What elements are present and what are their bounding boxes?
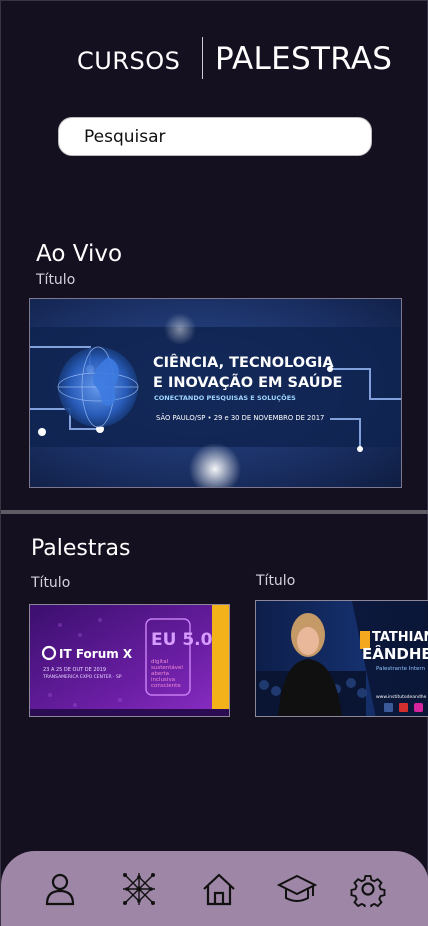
profile-icon [45, 873, 75, 906]
search-input[interactable] [84, 126, 354, 147]
header-tabs: CURSOS PALESTRAS [1, 37, 428, 81]
poster-badge: EU 5.0 [151, 630, 213, 650]
banner-line1: CIÊNCIA, TECNOLOGIA [153, 354, 334, 371]
bottom-nav [1, 851, 428, 926]
live-banner-image: CIÊNCIA, TECNOLOGIA E INOVAÇÃO EM SAÚDE … [30, 299, 401, 487]
poster-venue: TRANSAMERICA EXPO CENTER · SP [42, 674, 122, 680]
palestra-caption-1: Título [31, 575, 71, 591]
palestras-section-heading: Palestras [31, 536, 131, 561]
nav-courses[interactable] [277, 869, 317, 909]
poster-name-line2: EÂNDHE [362, 644, 428, 663]
poster-name-line1: TATHIAN [372, 630, 428, 645]
tab-palestras[interactable]: PALESTRAS [215, 41, 392, 77]
nav-home[interactable] [199, 869, 239, 909]
nav-profile[interactable] [40, 869, 80, 909]
palestra-card-2-image: TATHIAN EÂNDHE Palestrante Intern www.in… [256, 601, 428, 716]
poster-role: Palestrante Intern [376, 666, 426, 672]
tab-cursos[interactable]: CURSOS [77, 47, 180, 75]
palestra-card-2[interactable]: TATHIAN EÂNDHE Palestrante Intern www.in… [255, 600, 428, 717]
search-bar[interactable] [58, 117, 372, 156]
app-frame: CURSOS PALESTRAS Ao Vivo Título [0, 0, 428, 926]
poster-tag-5: consciente [151, 683, 181, 689]
nav-network[interactable] [119, 869, 159, 909]
nav-settings[interactable] [348, 869, 388, 909]
palestra-card-1-image: IT Forum X 23 A 25 DE OUT DE 2019 TRANSA… [30, 605, 229, 716]
home-icon [203, 873, 235, 906]
palestra-card-1[interactable]: IT Forum X 23 A 25 DE OUT DE 2019 TRANSA… [29, 604, 230, 717]
live-section-heading: Ao Vivo [36, 241, 123, 267]
section-divider [1, 510, 428, 514]
banner-subtitle: CONECTANDO PESQUISAS E SOLUÇÕES [154, 393, 296, 402]
network-icon [123, 873, 155, 905]
poster-site: www.institutodeandhe [376, 694, 427, 700]
poster-tag-2: sustentável [151, 664, 183, 671]
graduation-cap-icon [277, 874, 317, 902]
banner-line2: E INOVAÇÃO EM SAÚDE [153, 373, 342, 391]
banner-place-date: SÃO PAULO/SP • 29 e 30 DE NOVEMBRO DE 20… [156, 413, 324, 422]
facebook-icon [384, 703, 393, 712]
poster-brand: IT Forum X [59, 647, 133, 661]
youtube-icon [399, 703, 408, 712]
live-banner[interactable]: CIÊNCIA, TECNOLOGIA E INOVAÇÃO EM SAÚDE … [29, 298, 402, 488]
tab-divider [202, 37, 203, 79]
instagram-icon [414, 703, 423, 712]
settings-icon [350, 875, 386, 907]
poster-dates: 23 A 25 DE OUT DE 2019 [43, 667, 106, 673]
live-item-caption: Título [36, 272, 76, 288]
palestra-caption-2: Título [256, 573, 296, 589]
